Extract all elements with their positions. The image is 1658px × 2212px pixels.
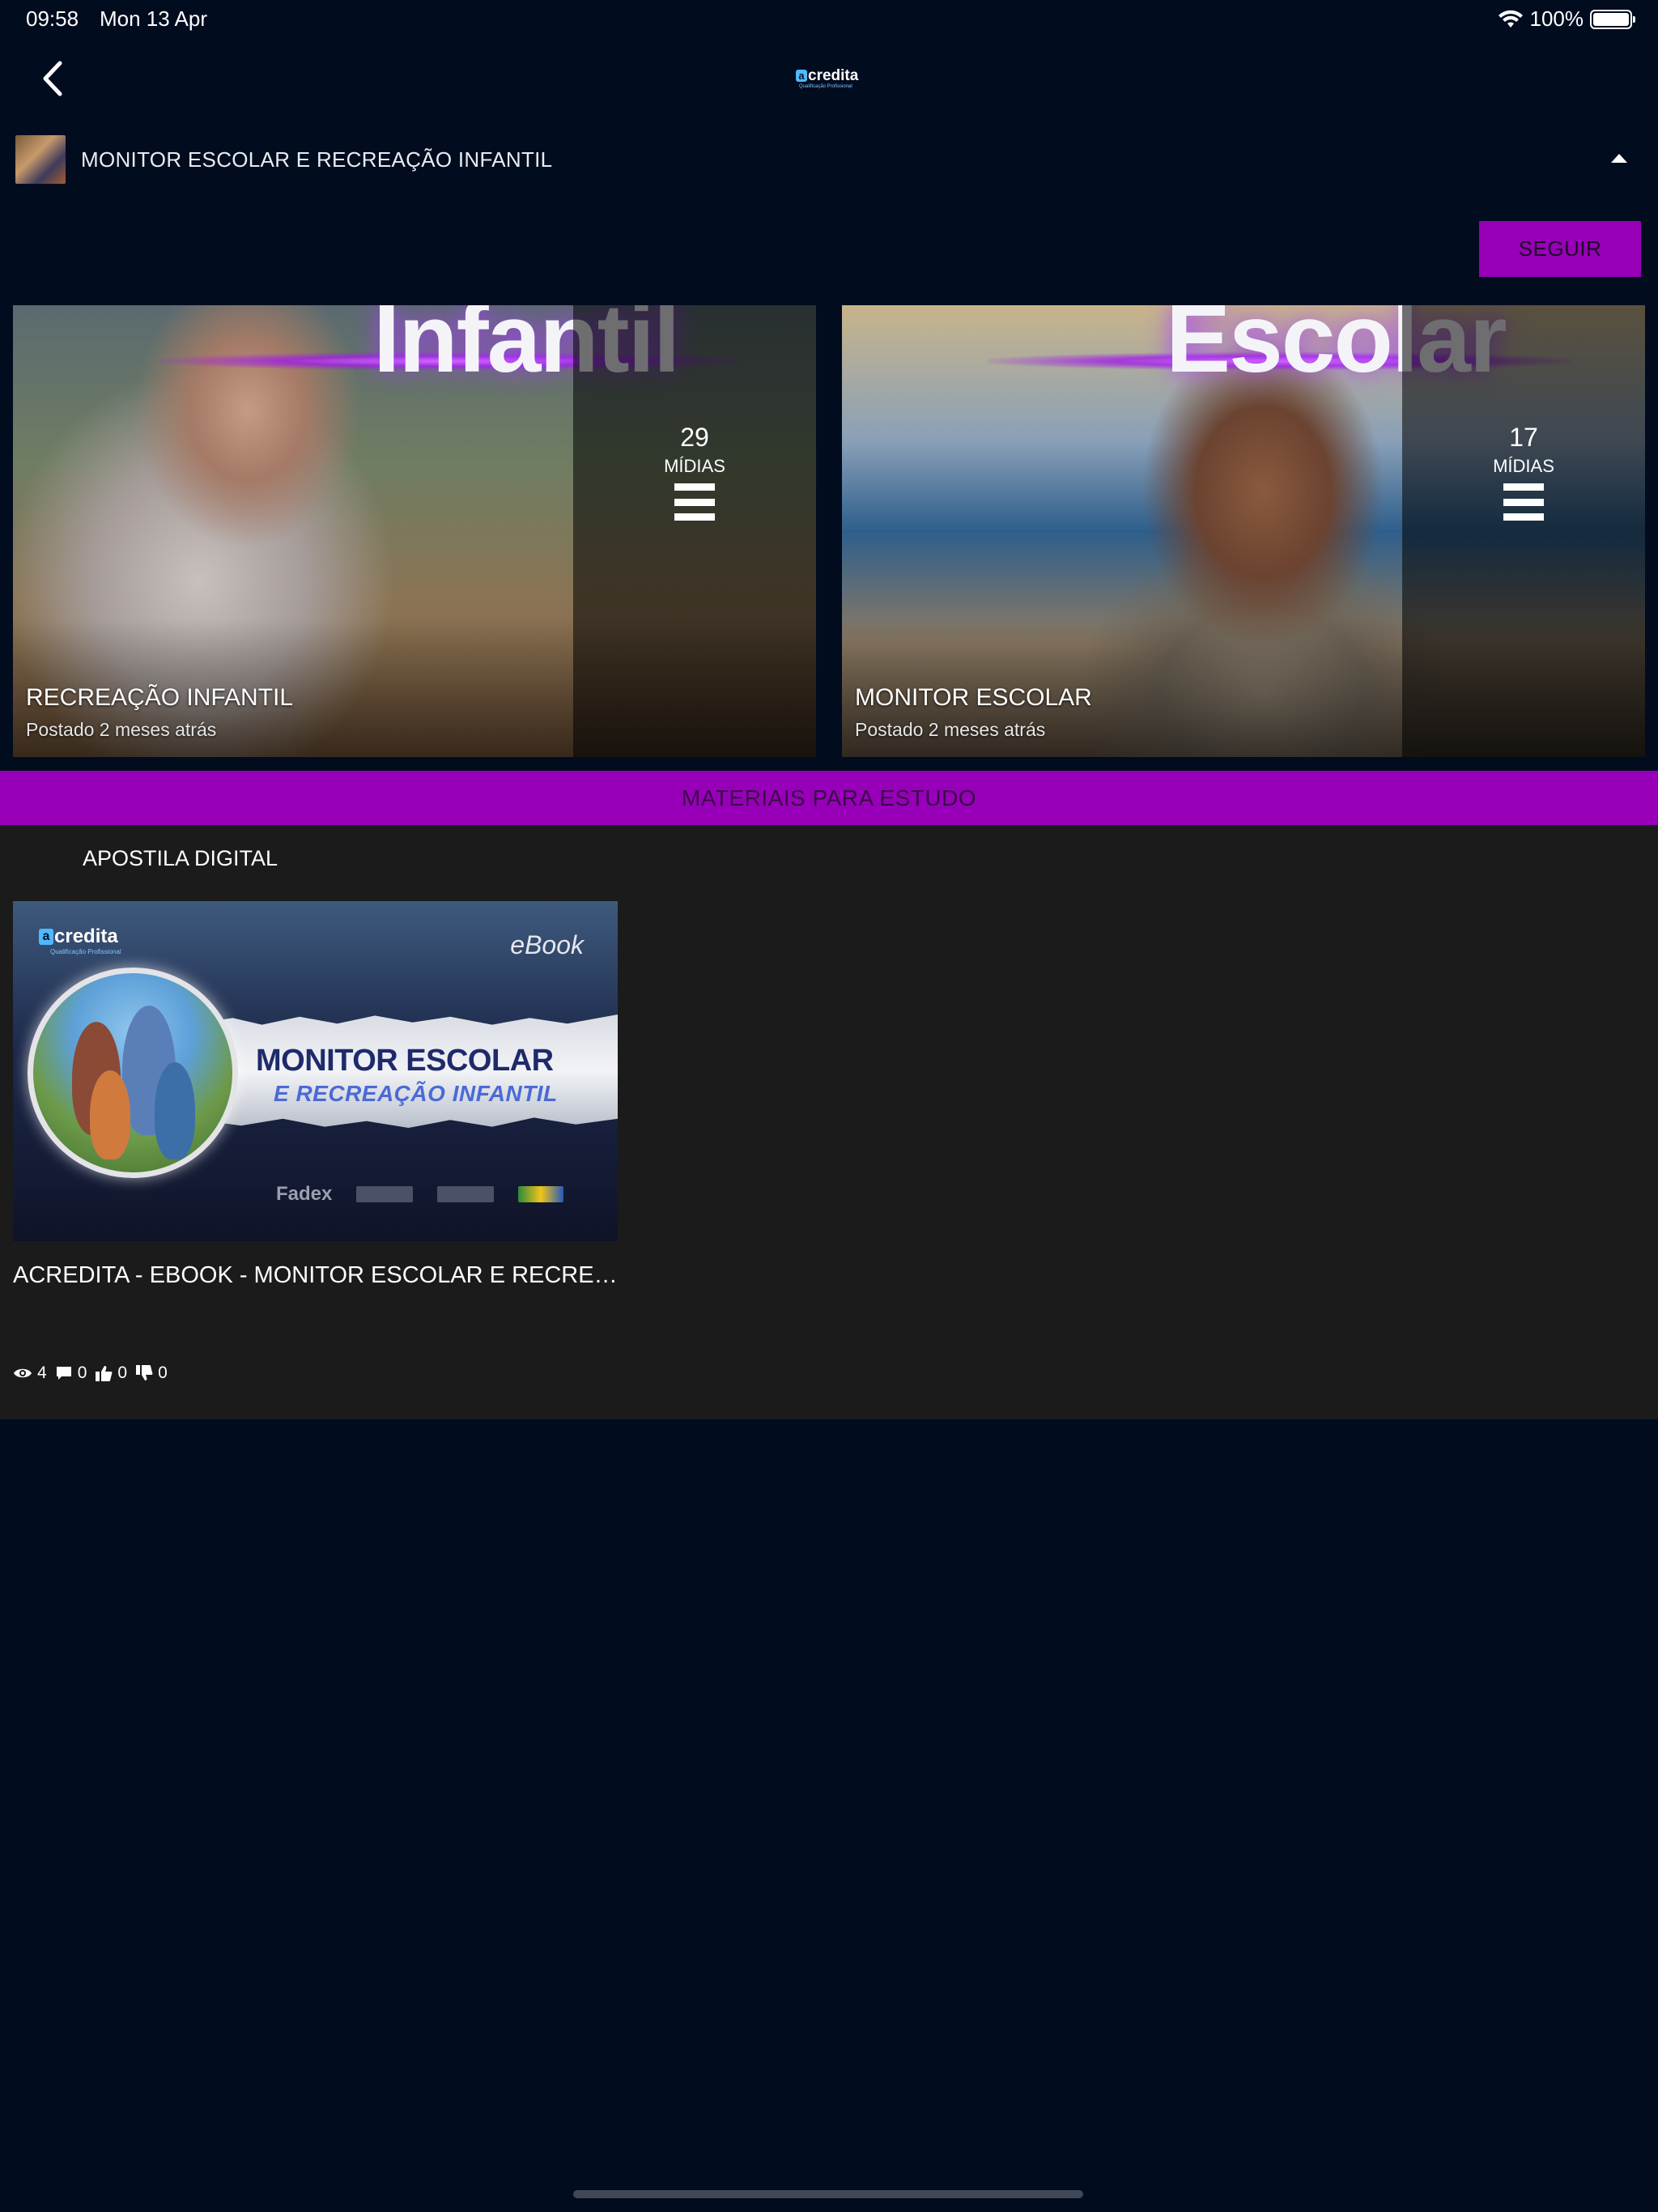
status-bar: 09:58 Mon 13 Apr 100% [0, 0, 1658, 39]
ebook-logo-subtitle: Qualificação Profissional [50, 948, 121, 955]
channel-thumbnail [15, 135, 66, 184]
logo-mark-icon: a [796, 70, 807, 82]
views-count: 4 [37, 1363, 47, 1382]
playlist-card-recreacao-infantil[interactable]: Infantil 29 MÍDIAS RECREAÇÃO INFANTIL Po… [13, 305, 816, 757]
channel-header[interactable]: MONITOR ESCOLAR E RECREAÇÃO INFANTIL [0, 130, 1658, 189]
ebook-label: eBook [510, 930, 584, 959]
dislikes-count: 0 [158, 1363, 168, 1382]
media-count: 17 MÍDIAS [1402, 423, 1645, 521]
status-time: 09:58 [26, 6, 79, 31]
media-count-number: 17 [1509, 423, 1538, 452]
status-date: Mon 13 Apr [100, 6, 207, 31]
materials-section-bar[interactable]: MATERIAIS PARA ESTUDO [0, 771, 1658, 825]
media-count-label: MÍDIAS [664, 456, 725, 476]
chevron-left-icon [43, 61, 62, 96]
playlist-card-monitor-escolar[interactable]: Escolar 17 MÍDIAS MONITOR ESCOLAR Postad… [842, 305, 1645, 757]
partner-ministry-logo [437, 1186, 495, 1202]
views-stat: 4 [13, 1363, 47, 1383]
playlist-icon [674, 483, 715, 521]
partner-brasil-logo [518, 1186, 564, 1202]
thumbs-down-icon [136, 1365, 153, 1380]
likes-count: 0 [117, 1363, 128, 1382]
caret-up-icon[interactable] [1611, 154, 1627, 163]
eye-icon [14, 1368, 32, 1378]
section-title: APOSTILA DIGITAL [83, 846, 278, 870]
comments-stat: 0 [55, 1363, 87, 1383]
ebook-partners: Fadex [276, 1183, 564, 1206]
channel-title: MONITOR ESCOLAR E RECREAÇÃO INFANTIL [81, 147, 553, 172]
ebook-thumbnail[interactable]: a credita Qualificação Profissional eBook… [13, 901, 618, 1241]
playlist-title: MONITOR ESCOLAR [855, 684, 1092, 711]
follow-button[interactable]: SEGUIR [1479, 221, 1641, 277]
ebook-headline: MONITOR ESCOLAR [256, 1044, 554, 1078]
status-indicators: 100% [1498, 6, 1635, 32]
home-indicator[interactable] [573, 2190, 1083, 2198]
partner-fadex: Fadex [276, 1183, 333, 1205]
logo-subtitle: Qualificação Profissional [799, 84, 852, 89]
media-count-label: MÍDIAS [1493, 456, 1554, 476]
playlist-icon [1503, 483, 1544, 521]
ebook-logo: a credita [39, 925, 118, 948]
comments-count: 0 [77, 1363, 87, 1382]
media-count: 29 MÍDIAS [573, 423, 816, 521]
media-count-number: 29 [680, 423, 709, 452]
playlist-title: RECREAÇÃO INFANTIL [26, 684, 294, 711]
ebook-subheadline: E RECREAÇÃO INFANTIL [274, 1081, 558, 1106]
ebook-stats: 4 0 0 0 [13, 1363, 168, 1383]
playlist-posted: Postado 2 meses atrás [26, 719, 217, 740]
likes-stat[interactable]: 0 [95, 1363, 127, 1383]
logo-text: credita [808, 67, 859, 84]
logo-mark-icon: a [39, 929, 53, 945]
materials-panel: APOSTILA DIGITAL a credita Qualificação P… [0, 825, 1658, 1419]
wifi-icon [1498, 10, 1523, 28]
battery-icon [1590, 9, 1635, 29]
family-photo [28, 968, 238, 1178]
dislikes-stat[interactable]: 0 [135, 1363, 168, 1383]
ebook-title[interactable]: ACREDITA - EBOOK - MONITOR ESCOLAR E REC… [13, 1262, 618, 1289]
comment-icon [56, 1367, 71, 1380]
playlist-posted: Postado 2 meses atrás [855, 719, 1046, 740]
thumbs-up-icon [96, 1366, 113, 1381]
partner-university-logo [356, 1186, 414, 1202]
battery-percent: 100% [1529, 6, 1584, 31]
back-button[interactable] [32, 58, 73, 99]
app-logo: a credita Qualificação Profissional [796, 68, 862, 91]
